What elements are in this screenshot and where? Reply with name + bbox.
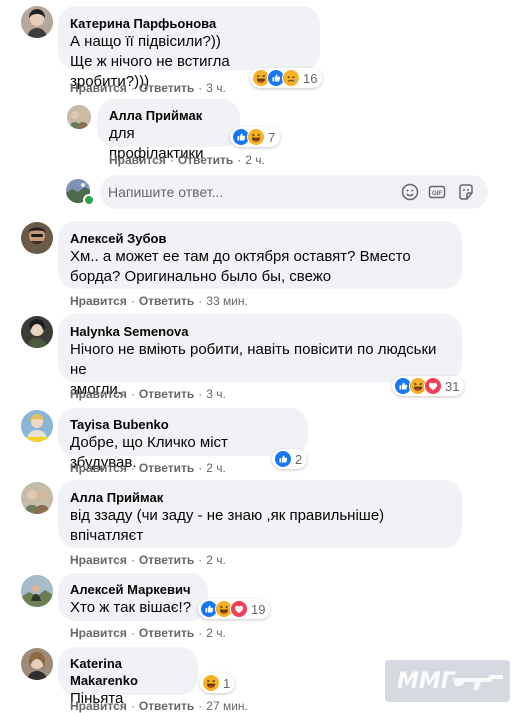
comment-actions: Нравится · Ответить · 33 мин. (70, 294, 248, 308)
reply-link[interactable]: Ответить (139, 387, 194, 401)
comment-actions: Нравится · Ответить · 2 ч. (70, 626, 226, 640)
comment-time[interactable]: 3 ч. (206, 81, 226, 95)
avatar[interactable] (21, 648, 53, 680)
like-icon (274, 450, 292, 468)
comment-author[interactable]: Катерина Парфьонова (70, 15, 308, 32)
comment-time[interactable]: 2 ч. (206, 626, 226, 640)
comment-author[interactable]: Katerina Makarenko (70, 655, 186, 689)
like-link[interactable]: Нравится (70, 387, 127, 401)
avatar[interactable] (67, 105, 91, 129)
comment-bubble: Алексей Маркевич Хто ж так вішає!? (58, 573, 208, 621)
comment-actions: Нравится · Ответить · 3 ч. (70, 81, 226, 95)
avatar[interactable] (21, 482, 53, 514)
gif-icon[interactable]: GIF (427, 182, 447, 202)
avatar[interactable] (21, 410, 53, 442)
haha-icon (247, 128, 265, 146)
comment-author[interactable]: Алексей Маркевич (70, 581, 196, 598)
comment-author[interactable]: Алексей Зубов (70, 230, 450, 247)
reaction-summary[interactable]: 31 (392, 376, 465, 396)
like-link[interactable]: Нравится (109, 153, 166, 167)
reply-input[interactable]: Напишите ответ... GIF (100, 175, 488, 209)
like-link[interactable]: Нравится (70, 461, 127, 475)
comment-text-line: борда? Оригинально было бы, свежо (70, 268, 332, 285)
reaction-count: 1 (223, 675, 231, 691)
avatar[interactable] (21, 6, 53, 38)
comment-time[interactable]: 2 ч. (206, 461, 226, 475)
comment-actions: Нравится · Ответить · 27 мин. (70, 699, 248, 713)
comment-bubble: Katerina Makarenko Піньята (58, 647, 198, 707)
like-link[interactable]: Нравится (70, 699, 127, 713)
comment-time[interactable]: 3 ч. (206, 387, 226, 401)
reaction-summary[interactable]: 19 (198, 599, 271, 619)
avatar[interactable] (21, 316, 53, 348)
comment-time[interactable]: 27 мин. (206, 699, 248, 713)
comment-bubble: Алексей Зубов Хм.. а может ее там до окт… (58, 221, 462, 289)
emoji-icon[interactable] (400, 182, 420, 202)
comment-time[interactable]: 2 ч. (245, 153, 265, 167)
comment-actions: Нравится · Ответить · 2 ч. (109, 153, 265, 167)
reply-placeholder: Напишите ответ... (108, 184, 224, 200)
reply-link[interactable]: Ответить (139, 294, 194, 308)
rifle-watermark-icon (453, 675, 503, 690)
reaction-summary[interactable]: 2 (272, 449, 308, 469)
comment-text-line: Нічого не вміють робити, навіть повісити… (70, 341, 437, 378)
like-link[interactable]: Нравится (70, 81, 127, 95)
reply-link[interactable]: Ответить (139, 699, 194, 713)
comment-text-line: від ззаду (чи заду - не знаю ,як правиль… (70, 507, 385, 524)
love-icon (230, 600, 248, 618)
reaction-count: 31 (445, 378, 460, 394)
like-link[interactable]: Нравится (70, 626, 127, 640)
reaction-summary[interactable]: 1 (200, 673, 236, 693)
comment-time[interactable]: 2 ч. (206, 553, 226, 567)
avatar[interactable] (21, 575, 53, 607)
reply-link[interactable]: Ответить (139, 461, 194, 475)
comment-actions: Нравится · Ответить · 3 ч. (70, 387, 226, 401)
reaction-count: 7 (268, 129, 276, 145)
love-icon (424, 377, 442, 395)
comment-text-line: впічатляєт (70, 527, 144, 544)
watermark: ММГ (385, 660, 510, 702)
reply-link[interactable]: Ответить (139, 553, 194, 567)
comment-author[interactable]: Halynka Semenova (70, 323, 450, 340)
comment-author[interactable]: Tayisa Bubenko (70, 416, 296, 433)
comment-bubble: Halynka Semenova Нічого не вміють робити… (58, 314, 462, 398)
sticker-icon[interactable] (456, 182, 476, 202)
sad-icon (282, 69, 300, 87)
reaction-count: 2 (295, 451, 303, 467)
reaction-summary[interactable]: 16 (250, 68, 323, 88)
svg-text:GIF: GIF (432, 191, 442, 197)
comment-text-line: Хто ж так вішає!? (70, 599, 192, 616)
haha-icon (202, 674, 220, 692)
comment-bubble: Tayisa Bubenko Добре, що Кличко міст збу… (58, 408, 308, 471)
comment-bubble: Катерина Парфьонова А нащо її підвісили?… (58, 6, 320, 90)
like-link[interactable]: Нравится (70, 553, 127, 567)
reaction-count: 19 (251, 601, 266, 617)
comment-actions: Нравится · Ответить · 2 ч. (70, 461, 226, 475)
like-link[interactable]: Нравится (70, 294, 127, 308)
comment-time[interactable]: 33 мин. (206, 294, 248, 308)
comment-bubble: Алла Приймак для профілактики (97, 99, 240, 162)
comment-actions: Нравится · Ответить · 2 ч. (70, 553, 226, 567)
comment-text-line: А нащо її підвісили?)) (70, 33, 221, 50)
online-status-dot (83, 194, 95, 206)
comment-bubble: Алла Приймак від ззаду (чи заду - не зна… (58, 480, 462, 548)
reaction-summary[interactable]: 7 (230, 127, 281, 147)
watermark-text: ММГ (397, 669, 455, 694)
reply-link[interactable]: Ответить (139, 81, 194, 95)
comment-author[interactable]: Алла Приймак (109, 107, 228, 124)
comment-author[interactable]: Алла Приймак (70, 489, 450, 506)
reply-link[interactable]: Ответить (139, 626, 194, 640)
reply-link[interactable]: Ответить (178, 153, 233, 167)
avatar[interactable] (21, 222, 53, 254)
comment-text-line: Хм.. а может ее там до октября оставят? … (70, 248, 411, 265)
reaction-count: 16 (303, 70, 318, 86)
